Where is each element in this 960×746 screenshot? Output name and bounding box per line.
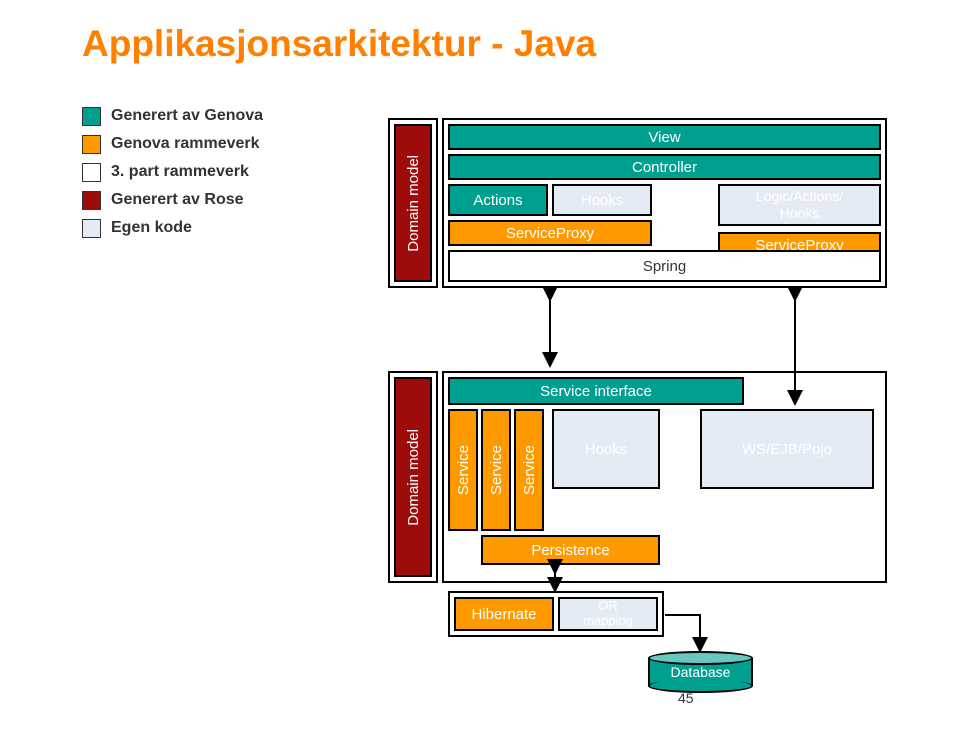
legend-item-genova: Generert av Genova — [82, 104, 263, 128]
legend: Generert av Genova Genova rammeverk 3. p… — [82, 100, 263, 244]
ws-ejb-pojo-box: WS/EJB/Pojo — [700, 409, 874, 489]
light-swatch-icon — [82, 219, 101, 238]
view-box: View — [448, 124, 881, 150]
domain-model-top: Domain model — [394, 124, 432, 282]
service1-box: Service — [448, 409, 478, 531]
serviceproxy-left-box: ServiceProxy — [448, 220, 652, 246]
legend-label: Egen kode — [111, 216, 192, 240]
domain-model-bot: Domain model — [394, 377, 432, 577]
hooks-top-box: Hooks — [552, 184, 652, 216]
database-cylinder: Database — [648, 651, 753, 693]
legend-label: Generert av Rose — [111, 188, 244, 212]
controller-box: Controller — [448, 154, 881, 180]
or-mapping-box: ORmapping — [558, 597, 658, 631]
hooks-bot-box: Hooks — [552, 409, 660, 489]
persistence-box: Persistence — [481, 535, 660, 565]
red-swatch-icon — [82, 191, 101, 210]
hibernate-box: Hibernate — [454, 597, 554, 631]
logic-actions-hooks-box: Logic/Actions/Hooks — [718, 184, 881, 226]
page-title: Applikasjonsarkitektur - Java — [82, 23, 596, 65]
legend-label: 3. part rammeverk — [111, 160, 249, 184]
legend-item-3part: 3. part rammeverk — [82, 160, 263, 184]
teal-swatch-icon — [82, 107, 101, 126]
page-number: 45 — [678, 690, 694, 706]
service3-box: Service — [514, 409, 544, 531]
legend-label: Genova rammeverk — [111, 132, 260, 156]
legend-item-rose: Generert av Rose — [82, 188, 263, 212]
actions-box: Actions — [448, 184, 548, 216]
service2-box: Service — [481, 409, 511, 531]
service-interface-box: Service interface — [448, 377, 744, 405]
orange-swatch-icon — [82, 135, 101, 154]
legend-item-egen: Egen kode — [82, 216, 263, 240]
database-label: Database — [671, 664, 731, 680]
legend-item-rammeverk: Genova rammeverk — [82, 132, 263, 156]
legend-label: Generert av Genova — [111, 104, 263, 128]
white-swatch-icon — [82, 163, 101, 182]
spring-box: Spring — [448, 250, 881, 282]
